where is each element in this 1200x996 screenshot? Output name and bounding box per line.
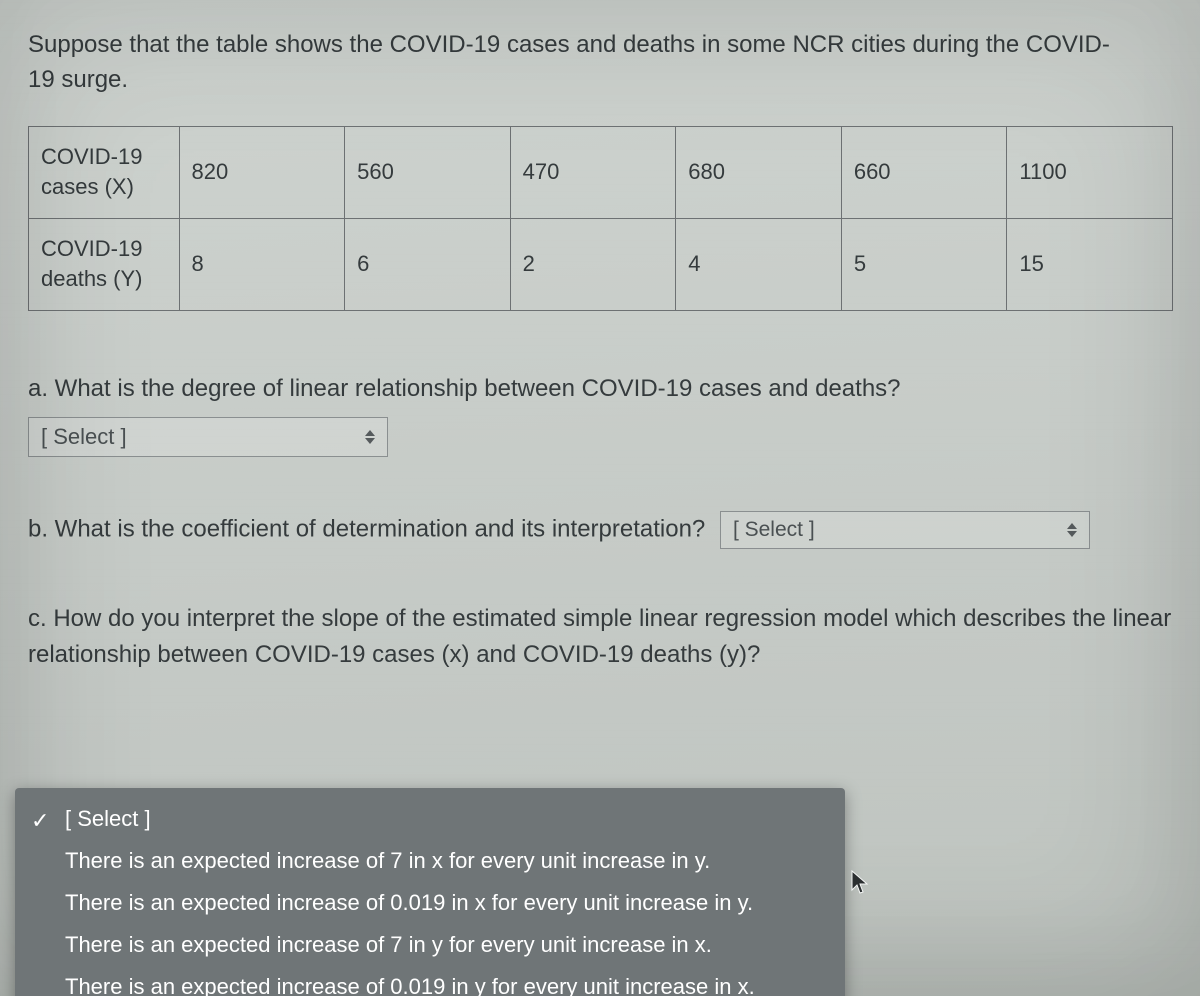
table-row-y: COVID-19 deaths (Y) 8 6 2 4 5 15 [29, 218, 1173, 310]
row-y-label: COVID-19 deaths (Y) [29, 218, 180, 310]
dropdown-option[interactable]: There is an expected increase of 0.019 i… [15, 966, 845, 996]
question-c-block: c. How do you interpret the slope of the… [28, 601, 1180, 673]
cell-y-2: 2 [510, 218, 676, 310]
cell-x-0: 820 [179, 126, 345, 218]
cell-x-1: 560 [345, 126, 511, 218]
question-page: Suppose that the table shows the COVID-1… [0, 0, 1200, 996]
stepper-icon [363, 430, 377, 444]
data-table: COVID-19 cases (X) 820 560 470 680 660 1… [28, 126, 1173, 311]
dropdown-option[interactable]: There is an expected increase of 7 in y … [15, 924, 845, 966]
select-b-placeholder: [ Select ] [733, 514, 815, 546]
select-c-dropdown-open[interactable]: ✓ [ Select ] There is an expected increa… [15, 788, 845, 996]
stepper-icon [1065, 523, 1079, 537]
table-row-x: COVID-19 cases (X) 820 560 470 680 660 1… [29, 126, 1173, 218]
cell-x-4: 660 [841, 126, 1007, 218]
cell-y-3: 4 [676, 218, 842, 310]
question-intro: Suppose that the table shows the COVID-1… [28, 28, 1128, 98]
cell-x-2: 470 [510, 126, 676, 218]
cell-y-0: 8 [179, 218, 345, 310]
check-icon: ✓ [31, 804, 49, 838]
cell-x-3: 680 [676, 126, 842, 218]
dropdown-option[interactable]: There is an expected increase of 0.019 i… [15, 882, 845, 924]
dropdown-option-0-label: [ Select ] [65, 806, 151, 831]
dropdown-option-3-label: There is an expected increase of 7 in y … [65, 932, 712, 957]
question-c-text: c. How do you interpret the slope of the… [28, 605, 1171, 668]
dropdown-option-selected[interactable]: ✓ [ Select ] [15, 798, 845, 840]
select-a[interactable]: [ Select ] [28, 417, 388, 457]
question-b-text: b. What is the coefficient of determinat… [28, 515, 705, 542]
row-x-label: COVID-19 cases (X) [29, 126, 180, 218]
dropdown-option[interactable]: There is an expected increase of 7 in x … [15, 840, 845, 882]
cell-y-1: 6 [345, 218, 511, 310]
dropdown-option-4-label: There is an expected increase of 0.019 i… [65, 974, 755, 996]
cursor-icon [851, 870, 871, 896]
question-a-text: a. What is the degree of linear relation… [28, 371, 1180, 407]
cell-y-4: 5 [841, 218, 1007, 310]
cell-x-5: 1100 [1007, 126, 1173, 218]
dropdown-option-2-label: There is an expected increase of 0.019 i… [65, 890, 753, 915]
question-a-block: a. What is the degree of linear relation… [28, 371, 1180, 457]
select-b[interactable]: [ Select ] [720, 511, 1090, 549]
cell-y-5: 15 [1007, 218, 1173, 310]
select-a-placeholder: [ Select ] [41, 420, 127, 453]
dropdown-option-1-label: There is an expected increase of 7 in x … [65, 848, 710, 873]
question-b-block: b. What is the coefficient of determinat… [28, 511, 1180, 549]
